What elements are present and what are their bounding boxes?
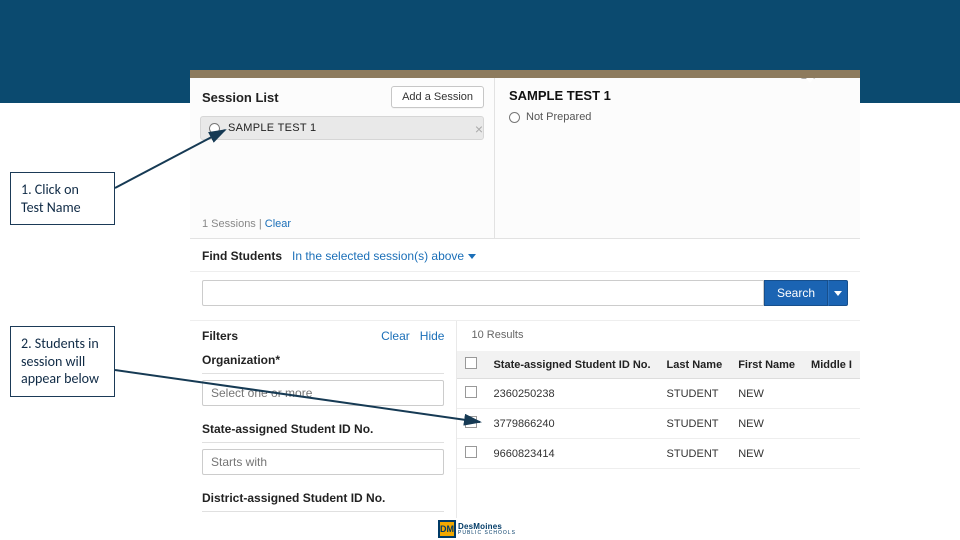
- state-id-input[interactable]: [202, 449, 444, 475]
- session-list-panel: Session List Add a Session SAMPLE TEST 1…: [190, 78, 495, 238]
- results-table: State-assigned Student ID No. Last Name …: [457, 351, 860, 469]
- state-id-label: State-assigned Student ID No.: [202, 416, 444, 440]
- callout-step-1-text: 1. Click on Test Name: [21, 181, 81, 216]
- radio-icon: [209, 123, 220, 134]
- find-scope-dropdown[interactable]: In the selected session(s) above: [292, 249, 476, 263]
- add-session-button[interactable]: Add a Session: [391, 86, 484, 108]
- lower-panels: Filters Clear Hide Organization* State-a…: [190, 321, 860, 518]
- table-row[interactable]: 3779866240 STUDENT NEW: [457, 409, 860, 439]
- upper-panels: Session List Add a Session SAMPLE TEST 1…: [190, 78, 860, 239]
- session-count-text: 1 Sessions |: [202, 218, 262, 230]
- callout-step-2-text: 2. Students in session will appear below: [21, 335, 99, 387]
- session-list-title: Session List: [202, 90, 279, 105]
- student-search-input[interactable]: [202, 280, 764, 306]
- status-radio-icon: [509, 112, 520, 123]
- search-button[interactable]: Search: [764, 280, 828, 306]
- session-list-header: Session List Add a Session: [190, 78, 494, 114]
- table-row[interactable]: 9660823414 STUDENT NEW: [457, 439, 860, 469]
- session-status-text: Not Prepared: [526, 111, 591, 123]
- filters-panel: Filters Clear Hide Organization* State-a…: [190, 321, 457, 518]
- row-checkbox[interactable]: [465, 446, 477, 458]
- filters-header: Filters Clear Hide: [202, 325, 444, 347]
- filters-title: Filters: [202, 329, 238, 343]
- chevron-down-icon: [834, 291, 842, 296]
- cell-state-id: 9660823414: [485, 439, 658, 469]
- divider: [202, 373, 444, 374]
- logo-mark-icon: DM: [438, 520, 456, 538]
- col-last-name[interactable]: Last Name: [659, 351, 731, 379]
- find-students-label: Find Students: [202, 249, 282, 263]
- cell-first-name: NEW: [730, 379, 803, 409]
- session-detail-panel: SAMPLE TEST 1 Not Prepared: [495, 78, 860, 238]
- results-header-row: State-assigned Student ID No. Last Name …: [457, 351, 860, 379]
- divider: [202, 442, 444, 443]
- remove-session-button[interactable]: ×: [471, 121, 487, 137]
- cell-first-name: NEW: [730, 409, 803, 439]
- row-checkbox[interactable]: [465, 386, 477, 398]
- col-state-id[interactable]: State-assigned Student ID No.: [485, 351, 658, 379]
- organization-select[interactable]: [202, 380, 444, 406]
- select-all-checkbox[interactable]: [465, 357, 477, 369]
- organization-label: Organization*: [202, 347, 444, 371]
- cell-last-name: STUDENT: [659, 379, 731, 409]
- filters-clear-link[interactable]: Clear: [381, 329, 410, 343]
- callout-step-1: 1. Click on Test Name: [10, 172, 115, 225]
- cell-state-id: 3779866240: [485, 409, 658, 439]
- divider: [202, 511, 444, 512]
- clear-sessions-link[interactable]: Clear: [265, 218, 291, 230]
- session-list-item[interactable]: SAMPLE TEST 1 ×: [200, 116, 484, 140]
- district-id-label: District-assigned Student ID No.: [202, 485, 444, 509]
- session-list-item-label: SAMPLE TEST 1: [228, 122, 316, 134]
- logo-text: DesMoines PUBLIC SCHOOLS: [458, 523, 516, 536]
- table-row[interactable]: 2360250238 STUDENT NEW: [457, 379, 860, 409]
- filters-hide-link[interactable]: Hide: [420, 329, 445, 343]
- cell-state-id: 2360250238: [485, 379, 658, 409]
- find-scope-text: In the selected session(s) above: [292, 249, 464, 263]
- callout-step-2: 2. Students in session will appear below: [10, 326, 115, 397]
- row-checkbox[interactable]: [465, 416, 477, 428]
- search-row: Search: [190, 272, 860, 321]
- logo-line2: PUBLIC SCHOOLS: [458, 531, 516, 536]
- filters-links: Clear Hide: [381, 329, 444, 343]
- app-screenshot: Session List Add a Session SAMPLE TEST 1…: [190, 70, 860, 518]
- results-panel: 10 Results State-assigned Student ID No.…: [457, 321, 860, 518]
- session-detail-status: Not Prepared: [495, 109, 860, 125]
- chevron-down-icon: [468, 254, 476, 259]
- session-detail-title: SAMPLE TEST 1: [495, 78, 860, 109]
- results-count: 10 Results: [457, 325, 860, 351]
- col-first-name[interactable]: First Name: [730, 351, 803, 379]
- footer-logo: DM DesMoines PUBLIC SCHOOLS: [438, 520, 522, 538]
- find-students-row: Find Students In the selected session(s)…: [190, 239, 860, 272]
- cell-last-name: STUDENT: [659, 409, 731, 439]
- search-dropdown-button[interactable]: [828, 280, 848, 306]
- session-list-footer: 1 Sessions | Clear: [202, 218, 291, 230]
- cell-first-name: NEW: [730, 439, 803, 469]
- col-middle[interactable]: Middle I: [803, 351, 860, 379]
- cell-last-name: STUDENT: [659, 439, 731, 469]
